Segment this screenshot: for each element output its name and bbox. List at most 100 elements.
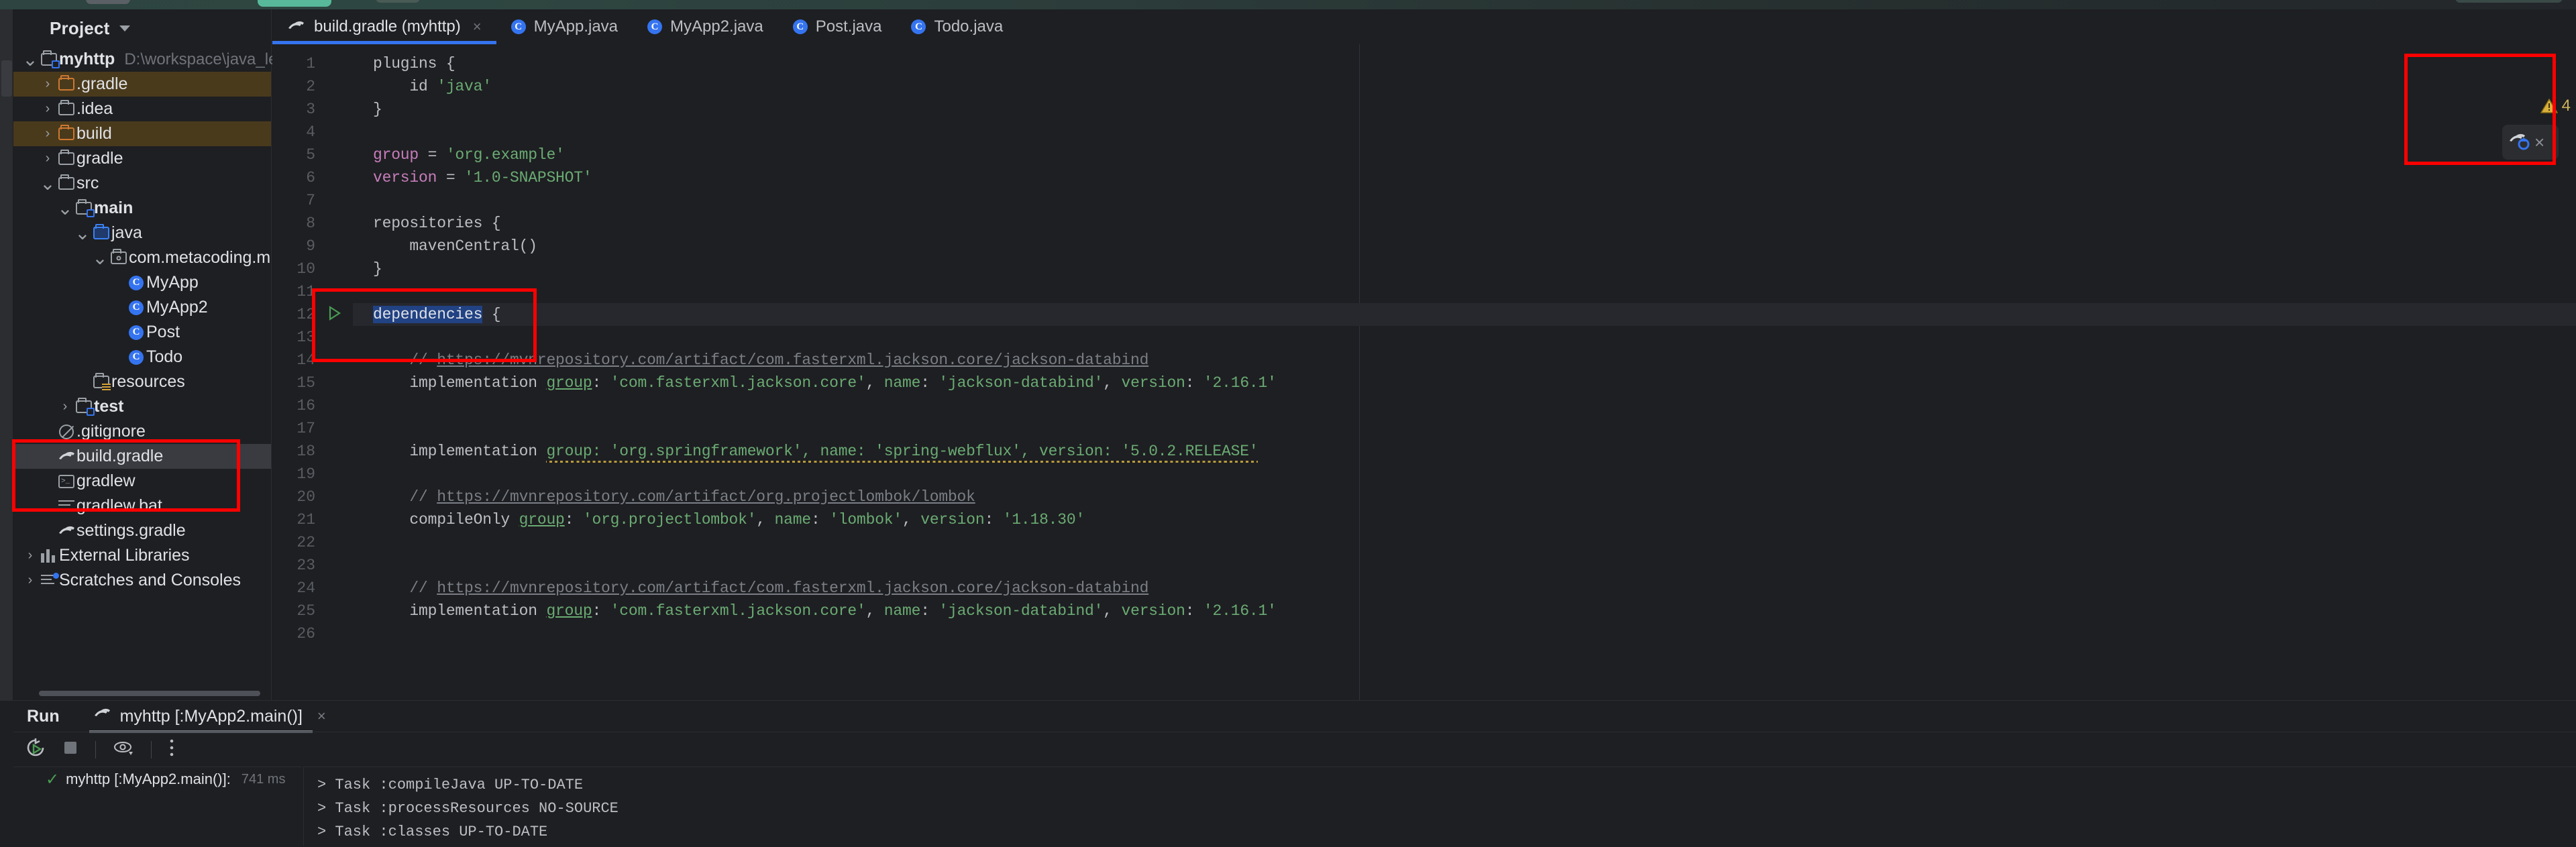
chevron-right-icon[interactable]: › <box>39 151 56 166</box>
code-text[interactable]: implementation group: 'com.fasterxml.jac… <box>373 602 1277 620</box>
chevron-down-icon[interactable]: ⌄ <box>39 174 56 192</box>
chevron-down-icon[interactable]: ⌄ <box>74 223 91 242</box>
run-configuration-tab[interactable]: myhttp [:MyApp2.main()] × <box>89 701 330 733</box>
tree-item-idea[interactable]: › .idea <box>13 97 271 121</box>
tree-item-myapp2[interactable]: C MyApp2 <box>13 295 271 320</box>
editor-tab-post-java[interactable]: C Post.java <box>778 9 897 44</box>
chevron-right-icon[interactable]: › <box>56 399 74 414</box>
chevron-down-icon[interactable]: ⌄ <box>91 248 109 267</box>
tree-item-myapp[interactable]: C MyApp <box>13 270 271 295</box>
tree-item-build[interactable]: › build <box>13 121 271 146</box>
code-line[interactable]: 21 compileOnly group: 'org.projectlombok… <box>272 508 2576 531</box>
code-line[interactable]: 18 implementation group: 'org.springfram… <box>272 440 2576 463</box>
code-text[interactable]: // https://mvnrepository.com/artifact/or… <box>373 488 975 506</box>
tree-item-external-libraries[interactable]: › External Libraries <box>13 543 271 568</box>
editor-tab-myapp2-java[interactable]: C MyApp2.java <box>633 9 778 44</box>
run-console-output[interactable]: > Task :compileJava UP-TO-DATE > Task :pr… <box>303 767 2576 846</box>
code-line[interactable]: 8 repositories { <box>272 212 2576 235</box>
editor-tab-todo-java[interactable]: C Todo.java <box>896 9 1018 44</box>
rail-project-button[interactable] <box>1 60 12 97</box>
code-text[interactable]: implementation group: 'org.springframewo… <box>373 443 1258 463</box>
tree-item-src[interactable]: ⌄ src <box>13 171 271 196</box>
code-line[interactable]: 10} <box>272 258 2576 280</box>
close-icon[interactable]: × <box>317 708 326 725</box>
code-line[interactable]: 15 implementation group: 'com.fasterxml.… <box>272 372 2576 394</box>
code-text[interactable]: dependencies { <box>373 306 501 323</box>
code-text[interactable]: group = 'org.example' <box>373 146 565 164</box>
project-panel-scrollbar[interactable] <box>39 691 260 696</box>
close-icon[interactable]: × <box>473 18 482 36</box>
code-text[interactable]: } <box>373 101 382 118</box>
chevron-right-icon[interactable]: › <box>21 548 39 563</box>
gradle-sync-icon[interactable] <box>2508 131 2530 154</box>
chevron-right-icon[interactable]: › <box>39 126 56 142</box>
code-line[interactable]: 2 id 'java' <box>272 75 2576 98</box>
code-line[interactable]: 11 <box>272 280 2576 303</box>
toolbar-item-c[interactable] <box>376 0 420 3</box>
tree-item-test[interactable]: › test <box>13 394 271 419</box>
chevron-down-icon[interactable]: ⌄ <box>56 199 74 217</box>
code-line[interactable]: 26 <box>272 622 2576 645</box>
code-line[interactable]: 16 <box>272 394 2576 417</box>
editor-tab-build-gradle-myhttp[interactable]: build.gradle (myhttp) × <box>272 9 496 44</box>
gradle-load-changes-toolbar[interactable]: × <box>2502 125 2559 160</box>
tree-item-gradle[interactable]: › gradle <box>13 146 271 171</box>
code-line[interactable]: 7 <box>272 189 2576 212</box>
code-line[interactable]: 1 plugins { <box>272 52 2576 75</box>
toolbar-item-right[interactable] <box>2455 0 2563 3</box>
run-gutter-icon[interactable] <box>325 305 343 325</box>
tree-item-resources[interactable]: resources <box>13 370 271 394</box>
close-icon[interactable]: × <box>2534 132 2544 153</box>
code-text[interactable]: } <box>373 260 382 278</box>
code-line[interactable]: 20 // https://mvnrepository.com/artifact… <box>272 486 2576 508</box>
code-text[interactable]: plugins { <box>373 55 455 72</box>
code-line[interactable]: 13 <box>272 326 2576 349</box>
code-line[interactable]: 24 // https://mvnrepository.com/artifact… <box>272 577 2576 600</box>
rerun-icon[interactable] <box>25 738 46 761</box>
chevron-down-icon[interactable] <box>119 25 130 32</box>
code-text[interactable]: compileOnly group: 'org.projectlombok', … <box>373 511 1085 528</box>
tree-item-todo[interactable]: C Todo <box>13 345 271 370</box>
tree-item-scratches-and-consoles[interactable]: › Scratches and Consoles <box>13 568 271 593</box>
tree-item-java[interactable]: ⌄ java <box>13 221 271 245</box>
tree-item-com-metacoding-m[interactable]: ⌄ com.metacoding.m <box>13 245 271 270</box>
run-result-item[interactable]: ✓ myhttp [:MyApp2.main()]: 741 ms <box>13 767 302 791</box>
tree-item-post[interactable]: C Post <box>13 320 271 345</box>
chevron-right-icon[interactable]: › <box>39 101 56 117</box>
chevron-down-icon[interactable]: ⌄ <box>21 50 39 68</box>
code-line[interactable]: 17 <box>272 417 2576 440</box>
tree-item-gradlew-bat[interactable]: gradlew.bat <box>13 494 271 518</box>
tree-item-gradlew[interactable]: gradlew <box>13 469 271 494</box>
editor-tab-myapp-java[interactable]: C MyApp.java <box>496 9 633 44</box>
code-line[interactable]: 19 <box>272 463 2576 486</box>
chevron-right-icon[interactable]: › <box>21 573 39 588</box>
chevron-right-icon[interactable]: › <box>39 76 56 92</box>
code-text[interactable]: // https://mvnrepository.com/artifact/co… <box>373 579 1148 597</box>
code-text[interactable]: // https://mvnrepository.com/artifact/co… <box>373 351 1148 369</box>
code-line[interactable]: 3} <box>272 98 2576 121</box>
code-line[interactable]: 9 mavenCentral() <box>272 235 2576 258</box>
editor-body[interactable]: 1 plugins {2 id 'java' 3} 4 5 group = 'org.ex… <box>272 44 2576 700</box>
code-line[interactable]: 12 dependencies { <box>272 303 2576 326</box>
tree-item-build-gradle[interactable]: build.gradle <box>13 444 271 469</box>
tree-item-myhttp[interactable]: ⌄ myhttp D:\workspace\java_lec\ <box>13 47 290 72</box>
code-line[interactable]: 25 implementation group: 'com.fasterxml.… <box>272 600 2576 622</box>
code-line[interactable]: 14 // https://mvnrepository.com/artifact… <box>272 349 2576 372</box>
code-text[interactable]: repositories { <box>373 215 501 232</box>
code-line[interactable]: 4 <box>272 121 2576 144</box>
code-line[interactable]: 22 <box>272 531 2576 554</box>
code-line[interactable]: 23 <box>272 554 2576 577</box>
code-text[interactable]: implementation group: 'com.fasterxml.jac… <box>373 374 1277 392</box>
tree-item-settings-gradle[interactable]: settings.gradle <box>13 518 271 543</box>
code-text[interactable]: version = '1.0-SNAPSHOT' <box>373 169 592 186</box>
tree-item-main[interactable]: ⌄ main <box>13 196 271 221</box>
inspections-widget[interactable]: 4 <box>2540 97 2571 115</box>
kebab-menu-icon[interactable] <box>169 738 174 760</box>
code-line[interactable]: 6 version = '1.0-SNAPSHOT' <box>272 166 2576 189</box>
code-line[interactable]: 5 group = 'org.example' <box>272 144 2576 166</box>
stop-icon[interactable] <box>63 740 78 758</box>
tree-item-gradle[interactable]: › .gradle <box>13 72 271 97</box>
code-text[interactable]: id 'java' <box>373 78 492 95</box>
toolbar-item-run-config[interactable] <box>258 0 331 7</box>
eye-icon[interactable] <box>113 740 133 759</box>
